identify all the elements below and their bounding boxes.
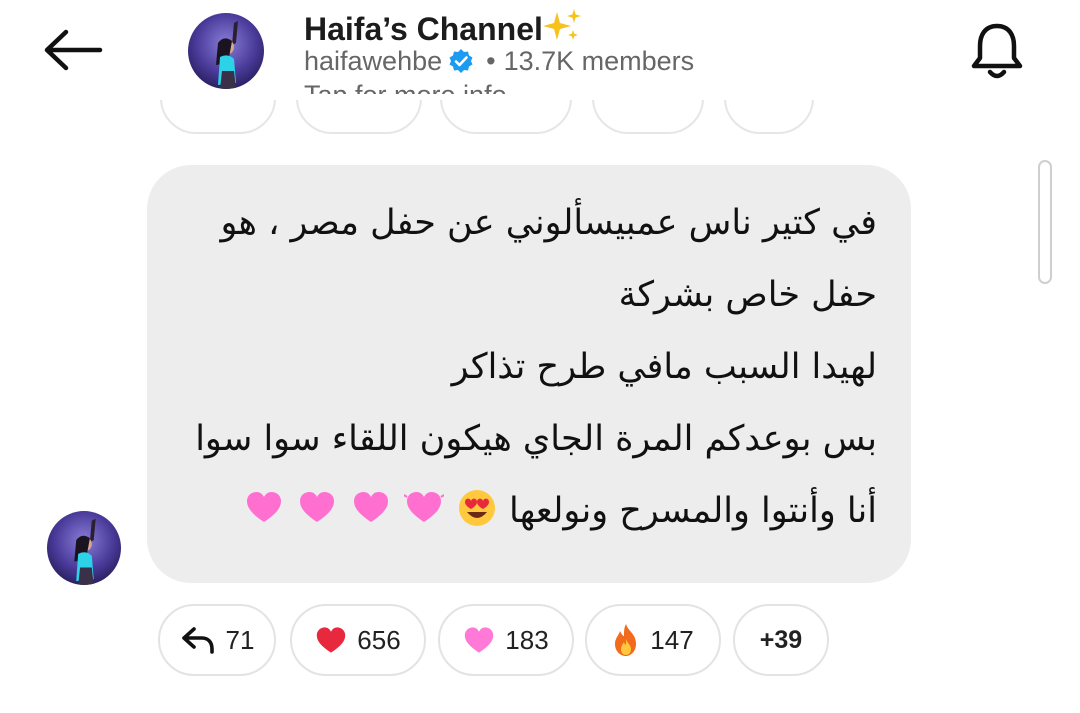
verified-badge-icon: [449, 49, 473, 73]
message-line: لهيدا السبب مافي طرح تذاكر: [451, 347, 877, 387]
message-last-line: أنا وأنتوا والمسرح ونولعها: [181, 475, 877, 547]
more-reactions-chip[interactable]: +39: [733, 604, 829, 676]
notification-button[interactable]: [964, 18, 1030, 84]
member-count: 13.7K members: [503, 46, 695, 76]
channel-avatar[interactable]: [188, 13, 264, 89]
scrollbar[interactable]: [1038, 160, 1052, 284]
fire-icon: [615, 624, 637, 656]
previous-reaction-chip[interactable]: [724, 100, 814, 134]
previous-reaction-chip[interactable]: [440, 100, 572, 134]
pink-heart-icon: [465, 627, 494, 653]
reply-arrow-icon: [181, 627, 214, 654]
pink-heart-reaction-chip[interactable]: 183: [438, 604, 574, 676]
channel-subline: haifawehbe • 13.7K members: [304, 45, 864, 77]
message-line: حفل خاص بشركة: [618, 275, 877, 315]
channel-title: Haifa’s Channel: [304, 8, 864, 49]
heart-eyes-emoji-icon: [458, 490, 495, 526]
pink-heart-emoji-icon: [403, 492, 444, 522]
tap-for-info[interactable]: Tap for more info: [304, 79, 864, 94]
reaction-count: 183: [505, 624, 549, 655]
red-heart-icon: [317, 627, 346, 653]
more-reactions-count: +39: [759, 625, 803, 654]
pink-heart-emoji-icon: [353, 492, 388, 522]
reaction-count: 147: [650, 624, 694, 655]
channel-header: Haifa’s Channel haifawehbe • 13.7K membe…: [0, 0, 1080, 100]
message-line-text: أنا وأنتوا والمسرح ونولعها: [509, 491, 877, 531]
previous-reaction-chip[interactable]: [296, 100, 422, 134]
channel-handle: haifawehbe: [304, 46, 443, 76]
fire-reaction-chip[interactable]: 147: [585, 604, 721, 676]
message-line: في كتير ناس عمبيسألوني عن حفل مصر ، هو: [220, 203, 877, 243]
red-heart-reaction-chip[interactable]: 656: [290, 604, 426, 676]
previous-reactions-row: [0, 100, 1080, 140]
pink-heart-emoji-icon: [300, 492, 335, 522]
avatar-photo: [47, 511, 121, 585]
previous-reaction-chip[interactable]: [592, 100, 704, 134]
reaction-count: 656: [357, 624, 401, 655]
back-button[interactable]: [40, 22, 106, 78]
channel-info[interactable]: Haifa’s Channel haifawehbe • 13.7K membe…: [304, 8, 864, 94]
message-avatar[interactable]: [47, 511, 121, 585]
message-line: بس بوعدكم المرة الجاي هيكون اللقاء سوا س…: [195, 419, 877, 459]
sparkles-icon: [542, 9, 581, 40]
reply-reaction-chip[interactable]: 71: [158, 604, 276, 676]
separator-dot: •: [486, 46, 496, 76]
previous-reaction-chip[interactable]: [160, 100, 276, 134]
reaction-count: 71: [225, 624, 255, 655]
avatar-photo: [188, 13, 264, 89]
arrow-left-icon: [44, 29, 103, 71]
bell-icon: [971, 23, 1023, 79]
pink-heart-emoji-icon: [247, 492, 282, 522]
reactions-row: 71 656 183 147 +39: [0, 604, 1080, 676]
channel-title-text: Haifa’s Channel: [304, 11, 543, 47]
message-bubble[interactable]: في كتير ناس عمبيسألوني عن حفل مصر ، هو ح…: [147, 165, 911, 583]
